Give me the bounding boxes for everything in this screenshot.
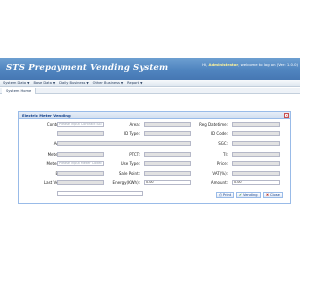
label-sgc: SGC:	[218, 141, 228, 146]
magnifier-icon[interactable]: ⌕	[100, 162, 102, 165]
name-field[interactable]	[57, 131, 104, 136]
menu-other-business[interactable]: Other Business▼	[93, 81, 124, 85]
meter-type-field[interactable]	[57, 152, 104, 157]
label-price: Price:	[216, 161, 228, 166]
sale-point-field[interactable]	[144, 171, 191, 176]
id-code-field[interactable]	[232, 131, 280, 136]
address-field[interactable]	[57, 141, 191, 146]
chevron-down-icon: ▼	[86, 81, 89, 85]
vat-field[interactable]	[232, 171, 280, 176]
meter-vending-panel: Electric Meter Vending × Contract ID: Pl…	[18, 111, 291, 204]
menu-daily-business-label: Daily Business	[59, 81, 86, 85]
meter-code-input[interactable]: Please input Meter Code ⌕	[57, 161, 104, 166]
label-use-type: Use Type:	[120, 161, 140, 166]
meter-code-placeholder: Please input Meter Code	[59, 161, 101, 165]
contract-id-placeholder: Please input Contract ID	[59, 122, 101, 126]
vending-button[interactable]: ✔Vending	[236, 192, 261, 198]
magnifier-icon[interactable]: ⌕	[100, 123, 102, 126]
panel-title: Electric Meter Vending	[22, 113, 71, 118]
panel-header: Electric Meter Vending ×	[19, 112, 290, 119]
label-id-type: ID Type:	[123, 131, 140, 136]
label-sale-point: Sale Point:	[118, 171, 140, 176]
ti-field[interactable]	[232, 152, 280, 157]
energy-input[interactable]: 0.00	[144, 180, 191, 185]
menu-system-data-label: System Data	[3, 81, 27, 85]
menu-daily-business[interactable]: Daily Business▼	[59, 81, 88, 85]
printer-icon: ⎙	[219, 193, 222, 197]
use-type-field[interactable]	[144, 161, 191, 166]
label-reg-datetime: Reg Datetime:	[199, 122, 228, 127]
sgc-field[interactable]	[232, 141, 280, 146]
reg-datetime-field[interactable]	[232, 122, 280, 127]
tab-system-home[interactable]: System Home	[2, 88, 37, 94]
check-icon: ✔	[239, 193, 243, 197]
label-energy: Energy(KWh):	[112, 180, 140, 185]
username-link[interactable]: Administrator	[209, 62, 239, 67]
label-id-code: ID Code:	[210, 131, 228, 136]
vending-button-label: Vending	[243, 193, 258, 197]
branch-field[interactable]	[57, 171, 104, 176]
close-button-label: Close	[270, 193, 280, 197]
chevron-down-icon: ▼	[27, 81, 30, 85]
welcome-message: Hi, Administrator, welcome to log on (Ve…	[202, 62, 298, 67]
label-vat: VAT(%):	[212, 171, 228, 176]
welcome-suffix: , welcome to log on (Ver: 1.0.0)	[238, 62, 298, 67]
label-ti: TI:	[223, 152, 228, 157]
print-button[interactable]: ⎙Print	[216, 192, 235, 198]
tab-bar: System Home	[0, 88, 300, 94]
last-vending-field[interactable]	[57, 180, 104, 185]
close-icon: ✖	[266, 193, 270, 197]
id-type-field[interactable]	[144, 131, 191, 136]
main-menu-bar: System Data▼ Base Data▼ Daily Business▼ …	[0, 80, 300, 87]
menu-report-label: Report	[127, 81, 140, 85]
contract-id-input[interactable]: Please input Contract ID ⌕	[57, 122, 104, 127]
chevron-down-icon: ▼	[140, 81, 143, 85]
close-button[interactable]: ✖Close	[263, 192, 283, 198]
print-button-label: Print	[222, 193, 232, 197]
app-header: STS Prepayment Vending System Hi, Admini…	[0, 58, 300, 80]
amount-input[interactable]: 0.00	[232, 180, 280, 185]
area-field[interactable]	[144, 122, 191, 127]
menu-system-data[interactable]: System Data▼	[3, 81, 29, 85]
menu-base-data[interactable]: Base Data▼	[33, 81, 55, 85]
label-area: Area:	[129, 122, 140, 127]
label-amount: Amount:	[210, 180, 228, 185]
token-input[interactable]	[57, 191, 143, 196]
ptct-field[interactable]	[144, 152, 191, 157]
chevron-down-icon: ▼	[120, 81, 124, 85]
app-title: STS Prepayment Vending System	[6, 63, 169, 73]
menu-other-business-label: Other Business	[92, 81, 120, 85]
chevron-down-icon: ▼	[52, 81, 56, 85]
menu-base-data-label: Base Data	[33, 81, 52, 85]
menu-report[interactable]: Report▼	[127, 81, 142, 85]
price-field[interactable]	[232, 161, 280, 166]
close-icon[interactable]: ×	[284, 113, 289, 118]
label-ptct: PTCT:	[129, 152, 140, 157]
